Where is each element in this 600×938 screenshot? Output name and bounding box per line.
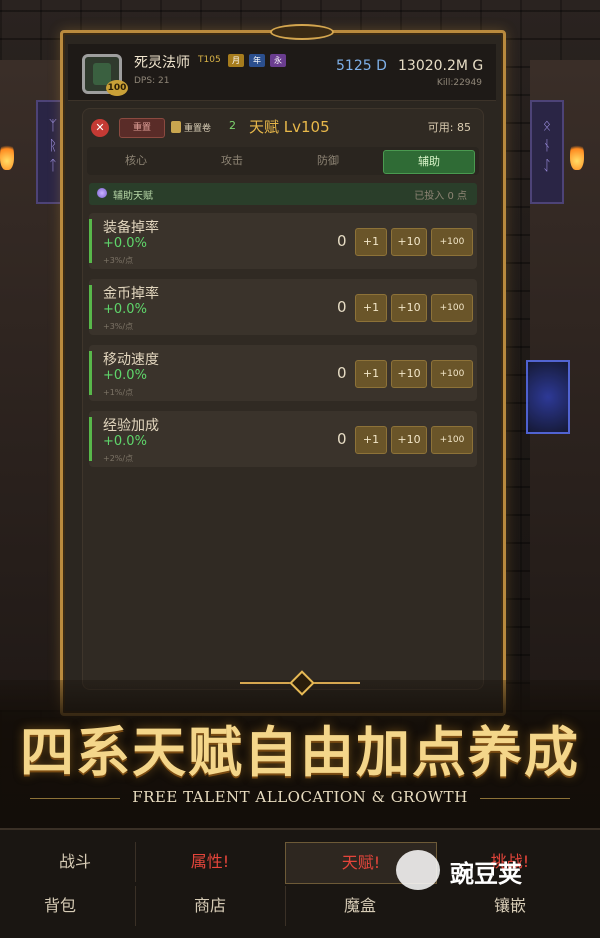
monthly-card-chip: 月 bbox=[228, 54, 244, 67]
section-invested: 已投入 0 点 bbox=[414, 191, 467, 202]
add-100-button[interactable]: +100 bbox=[431, 426, 473, 454]
character-header: 100 死灵法师 T105 月 年 永 DPS: 21 5125 D 13020… bbox=[68, 44, 496, 101]
nav-attributes[interactable]: 属性! bbox=[135, 842, 285, 882]
permanent-card-chip: 永 bbox=[270, 54, 286, 67]
nav-battle[interactable]: 战斗 bbox=[0, 842, 150, 882]
promo-subtitle: FREE TALENT ALLOCATION & GROWTH bbox=[132, 788, 468, 806]
add-100-button[interactable]: +100 bbox=[431, 360, 473, 388]
talent-row-gold-drop: 金币掉率 +0.0% +3%/点 0 +1 +10 +100 bbox=[89, 279, 477, 335]
level-badge: 100 bbox=[106, 80, 128, 96]
tab-defense[interactable]: 防御 bbox=[283, 150, 373, 172]
talent-bonus: +0.0% bbox=[103, 302, 147, 317]
talent-bonus: +0.0% bbox=[103, 236, 147, 251]
left-torch-icon bbox=[0, 140, 14, 170]
talent-row-exp-bonus: 经验加成 +0.0% +2%/点 0 +1 +10 +100 bbox=[89, 411, 477, 467]
add-100-button[interactable]: +100 bbox=[431, 228, 473, 256]
dps-value: DPS: 21 bbox=[134, 76, 170, 86]
available-points: 可用: 85 bbox=[427, 121, 471, 134]
talent-points: 0 bbox=[337, 232, 347, 250]
talent-row-equipment-drop: 装备掉率 +0.0% +3%/点 0 +1 +10 +100 bbox=[89, 213, 477, 269]
row-accent bbox=[89, 219, 92, 263]
talent-per-point: +3%/点 bbox=[103, 322, 134, 331]
tab-core[interactable]: 核心 bbox=[91, 150, 181, 172]
add-1-button[interactable]: +1 bbox=[355, 228, 387, 256]
watermark-text: 豌豆荚 bbox=[450, 860, 522, 888]
watermark: 豌豆荚 bbox=[396, 846, 576, 896]
section-title: 辅助天赋 bbox=[113, 191, 153, 202]
row-accent bbox=[89, 417, 92, 461]
talent-row-move-speed: 移动速度 +0.0% +1%/点 0 +1 +10 +100 bbox=[89, 345, 477, 401]
talent-per-point: +2%/点 bbox=[103, 454, 134, 463]
talent-points: 0 bbox=[337, 298, 347, 316]
talent-bonus: +0.0% bbox=[103, 368, 147, 383]
yearly-card-chip: 年 bbox=[249, 54, 265, 67]
add-100-button[interactable]: +100 bbox=[431, 294, 473, 322]
add-1-button[interactable]: +1 bbox=[355, 360, 387, 388]
tab-attack[interactable]: 攻击 bbox=[187, 150, 277, 172]
close-icon[interactable]: ✕ bbox=[91, 119, 109, 137]
add-1-button[interactable]: +1 bbox=[355, 426, 387, 454]
add-1-button[interactable]: +1 bbox=[355, 294, 387, 322]
character-name: 死灵法师 bbox=[134, 55, 190, 71]
talent-tabs: 核心 攻击 防御 辅助 bbox=[87, 147, 479, 175]
talent-panel: ✕ 重置 重置卷 2 天赋 Lv105 可用: 85 核心 攻击 防御 辅助 辅… bbox=[82, 108, 484, 690]
add-10-button[interactable]: +10 bbox=[391, 294, 427, 322]
tier-label: T105 bbox=[198, 55, 221, 65]
talent-per-point: +3%/点 bbox=[103, 256, 134, 265]
diamond-currency: 5125 D bbox=[336, 58, 387, 74]
talent-title: 天赋 Lv105 bbox=[249, 118, 330, 136]
promo-title: 四系天赋自由加点养成 bbox=[20, 720, 580, 784]
talent-points: 0 bbox=[337, 364, 347, 382]
orb-icon bbox=[97, 188, 107, 198]
talent-name: 经验加成 bbox=[103, 418, 159, 434]
add-10-button[interactable]: +10 bbox=[391, 228, 427, 256]
scroll-icon bbox=[171, 121, 181, 133]
tab-support[interactable]: 辅助 bbox=[383, 150, 475, 174]
talent-bonus: +0.0% bbox=[103, 434, 147, 449]
frame-ornament bbox=[270, 24, 334, 40]
row-accent bbox=[89, 351, 92, 395]
talent-name: 金币掉率 bbox=[103, 286, 159, 302]
right-rune-banner: ᛟᚾᛇ bbox=[530, 100, 564, 204]
kill-count: Kill:22949 bbox=[436, 78, 482, 88]
reset-scroll-label: 重置卷 bbox=[184, 124, 212, 134]
reset-scroll-count: 2 bbox=[229, 119, 236, 132]
divider bbox=[480, 798, 570, 799]
talent-per-point: +1%/点 bbox=[103, 388, 134, 397]
talent-name: 移动速度 bbox=[103, 352, 159, 368]
reset-button[interactable]: 重置 bbox=[119, 118, 165, 138]
talent-name: 装备掉率 bbox=[103, 220, 159, 236]
promo-banner: 四系天赋自由加点养成 FREE TALENT ALLOCATION & GROW… bbox=[0, 670, 600, 828]
add-10-button[interactable]: +10 bbox=[391, 426, 427, 454]
add-10-button[interactable]: +10 bbox=[391, 360, 427, 388]
nav-inventory[interactable]: 背包 bbox=[0, 886, 135, 926]
section-header: 辅助天赋 已投入 0 点 bbox=[89, 183, 477, 205]
right-torch-icon bbox=[570, 140, 584, 170]
row-accent bbox=[89, 285, 92, 329]
wandoujia-logo-icon bbox=[396, 850, 440, 890]
gold-currency: 13020.2M G bbox=[398, 58, 484, 74]
portal-icon bbox=[526, 360, 570, 434]
nav-shop[interactable]: 商店 bbox=[135, 886, 285, 926]
talent-points: 0 bbox=[337, 430, 347, 448]
